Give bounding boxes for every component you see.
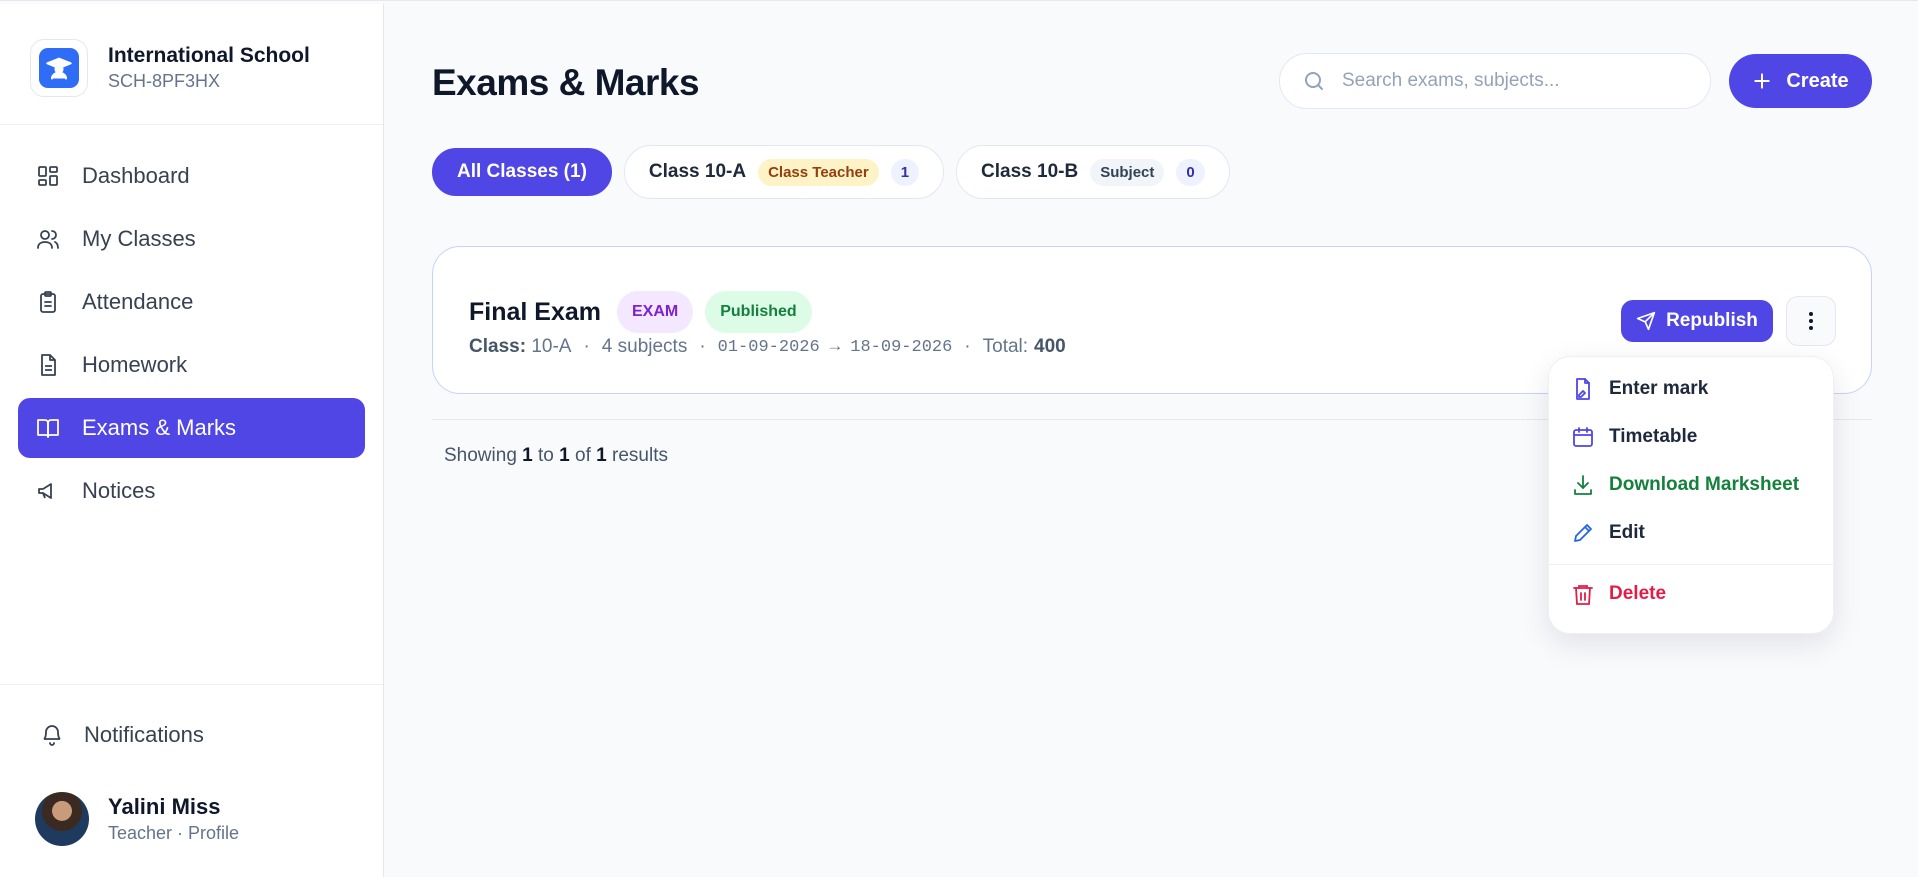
document-icon	[41, 354, 56, 376]
sidebar-item-exams-marks[interactable]: Exams & Marks	[18, 398, 365, 458]
meta-separator: ·	[699, 336, 706, 357]
exam-meta: Class: 10-A · 4 subjects · 01-09-2026 → …	[469, 336, 1066, 358]
bell-icon	[43, 725, 61, 746]
menu-item-label: Download Marksheet	[1609, 474, 1800, 495]
total-value: 400	[1034, 336, 1066, 357]
pagination-to: 1	[559, 445, 570, 466]
megaphone-icon	[38, 483, 52, 499]
menu-item-edit[interactable]: Edit	[1571, 521, 1645, 545]
class-teacher-tag: Class Teacher	[758, 158, 879, 186]
sidebar-item-label: My Classes	[82, 226, 196, 251]
create-button[interactable]: Create	[1729, 54, 1872, 108]
plus-icon	[1754, 73, 1771, 89]
pagination-prefix: Showing	[444, 445, 517, 466]
calendar-icon	[1573, 427, 1593, 447]
exam-type-badge: EXAM	[617, 291, 694, 333]
total-label: Total:	[982, 336, 1029, 357]
menu-item-download-marksheet[interactable]: Download Marksheet	[1571, 473, 1799, 497]
menu-divider	[1549, 564, 1833, 565]
exam-dates: 01-09-2026 → 18-09-2026	[717, 337, 953, 357]
menu-item-label: Delete	[1609, 583, 1667, 604]
subject-tag: Subject	[1090, 158, 1165, 186]
sidebar-divider	[0, 684, 383, 685]
sidebar-item-dashboard[interactable]: Dashboard	[18, 146, 365, 206]
trash-icon	[1573, 585, 1593, 605]
users-icon	[37, 230, 59, 249]
class-label: Class:	[469, 336, 527, 357]
sidebar-item-label: Attendance	[82, 289, 194, 314]
book-icon	[37, 419, 59, 438]
republish-button[interactable]: Republish	[1621, 300, 1773, 342]
status-badge: Published	[705, 291, 812, 333]
filter-count-badge: 1	[890, 158, 920, 186]
school-name: International School	[108, 44, 310, 67]
exam-name: Final Exam	[469, 297, 601, 326]
pagination-total: 1	[596, 445, 607, 466]
notifications-link[interactable]: Notifications	[40, 722, 204, 748]
exam-actions-menu: Enter mark Timetable Download Marksheet …	[1548, 356, 1834, 634]
clipboard-icon	[40, 291, 56, 313]
sidebar-item-homework[interactable]: Homework	[18, 335, 365, 395]
menu-item-timetable[interactable]: Timetable	[1571, 425, 1697, 449]
sidebar-item-notices[interactable]: Notices	[18, 461, 365, 521]
menu-item-label: Enter mark	[1609, 378, 1709, 399]
search-icon	[1305, 72, 1323, 90]
page-title: Exams & Marks	[432, 62, 700, 103]
create-label: Create	[1786, 69, 1849, 92]
send-icon	[1636, 311, 1656, 331]
avatar	[35, 792, 89, 846]
menu-item-label: Edit	[1609, 522, 1645, 543]
graduate-icon	[46, 57, 72, 80]
search-box[interactable]	[1279, 53, 1711, 109]
meta-separator: ·	[964, 336, 971, 357]
dashboard-icon	[38, 166, 58, 186]
sidebar-item-label: Homework	[82, 352, 188, 377]
pagination-summary: Showing 1 to 1 of 1 results	[444, 445, 668, 467]
sidebar-item-label: Exams & Marks	[82, 415, 237, 440]
pencil-icon	[1574, 524, 1592, 542]
filter-class-name: Class 10-B	[981, 161, 1079, 182]
filter-class-10a[interactable]: Class 10-A Class Teacher 1	[623, 145, 945, 199]
user-role: Teacher · Profile	[108, 823, 240, 843]
subjects-count: 4 subjects	[601, 336, 688, 357]
republish-label: Republish	[1666, 310, 1758, 331]
filter-class-10b[interactable]: Class 10-B Subject 0	[956, 145, 1230, 199]
more-options-button[interactable]	[1786, 296, 1836, 346]
class-filters: All Classes (1) Class 10-A Class Teacher…	[432, 145, 1242, 199]
file-signature-icon	[1576, 378, 1590, 400]
notifications-label: Notifications	[84, 722, 204, 747]
sidebar: International School SCH-8PF3HX Dashboar…	[0, 4, 384, 877]
download-icon	[1574, 475, 1592, 495]
school-code: SCH-8PF3HX	[108, 71, 221, 91]
search-input[interactable]	[1342, 70, 1702, 92]
sidebar-item-attendance[interactable]: Attendance	[18, 272, 365, 332]
user-profile[interactable]: Yalini Miss Teacher · Profile	[35, 792, 239, 846]
user-name: Yalini Miss	[108, 794, 221, 819]
menu-item-enter-mark[interactable]: Enter mark	[1571, 377, 1708, 401]
menu-item-delete[interactable]: Delete	[1571, 582, 1666, 606]
sidebar-divider	[0, 124, 383, 125]
meta-separator: ·	[583, 336, 590, 357]
sidebar-item-label: Dashboard	[82, 163, 190, 188]
school-logo	[30, 39, 88, 97]
pagination-suffix: results	[612, 445, 668, 466]
pagination-from: 1	[522, 445, 533, 466]
pagination-to-word: to	[538, 445, 554, 466]
more-vertical-icon	[1809, 312, 1813, 330]
filter-count-badge: 0	[1176, 158, 1205, 186]
school-brand[interactable]: International School SCH-8PF3HX	[30, 39, 310, 97]
filter-all-classes[interactable]: All Classes (1)	[432, 148, 612, 196]
sidebar-item-label: Notices	[82, 478, 156, 503]
pagination-of-word: of	[575, 445, 591, 466]
menu-item-label: Timetable	[1609, 426, 1698, 447]
sidebar-nav: Dashboard My Classes Attendance Homework…	[18, 146, 365, 524]
sidebar-item-my-classes[interactable]: My Classes	[18, 209, 365, 269]
filter-class-name: Class 10-A	[648, 161, 747, 182]
class-value: 10-A	[531, 336, 572, 357]
